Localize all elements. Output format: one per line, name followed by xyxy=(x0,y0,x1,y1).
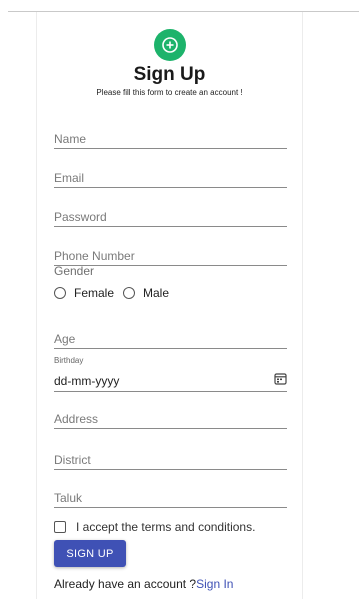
radio-unchecked-icon xyxy=(54,287,66,299)
terms-label: I accept the terms and conditions. xyxy=(76,520,256,534)
gender-male-radio[interactable]: Male xyxy=(123,286,169,300)
signin-link[interactable]: Sign In xyxy=(196,577,233,591)
name-input[interactable] xyxy=(54,130,287,148)
taluk-field xyxy=(54,489,287,508)
phone-input[interactable] xyxy=(54,247,287,265)
signin-row: Already have an account ?Sign In xyxy=(54,577,233,591)
radio-unchecked-icon xyxy=(123,287,136,299)
calendar-icon[interactable] xyxy=(274,372,287,390)
password-input[interactable] xyxy=(54,208,287,226)
email-input[interactable] xyxy=(54,169,287,187)
email-field xyxy=(54,169,287,188)
password-field xyxy=(54,208,287,227)
gender-female-radio[interactable]: Female xyxy=(54,286,114,300)
address-input[interactable] xyxy=(54,410,287,428)
terms-row: I accept the terms and conditions. xyxy=(54,520,255,534)
taluk-input[interactable] xyxy=(54,489,287,507)
birthday-date-field[interactable]: dd-mm-yyyy xyxy=(54,370,287,392)
district-input[interactable] xyxy=(54,451,287,469)
birthday-value: dd-mm-yyyy xyxy=(54,373,120,388)
gender-radio-group: Female Male xyxy=(54,286,178,300)
page-subtitle: Please fill this form to create an accou… xyxy=(96,88,243,97)
page: Sign Up Please fill this form to create … xyxy=(0,0,359,599)
name-field xyxy=(54,130,287,149)
signup-card: Sign Up Please fill this form to create … xyxy=(36,12,303,599)
page-title: Sign Up xyxy=(133,64,206,85)
gender-female-label: Female xyxy=(74,286,115,300)
signup-button[interactable]: SIGN UP xyxy=(54,540,126,567)
signin-prompt: Already have an account ? xyxy=(54,577,197,591)
gender-male-label: Male xyxy=(143,286,170,300)
add-circle-icon xyxy=(153,29,186,61)
form-header: Sign Up Please fill this form to create … xyxy=(37,29,302,98)
terms-checkbox[interactable] xyxy=(54,521,66,533)
birthday-label: Birthday xyxy=(54,356,84,365)
district-field xyxy=(54,451,287,470)
gender-label: Gender xyxy=(54,264,95,278)
age-input[interactable] xyxy=(54,330,287,348)
address-field xyxy=(54,410,287,429)
age-field xyxy=(54,330,287,349)
